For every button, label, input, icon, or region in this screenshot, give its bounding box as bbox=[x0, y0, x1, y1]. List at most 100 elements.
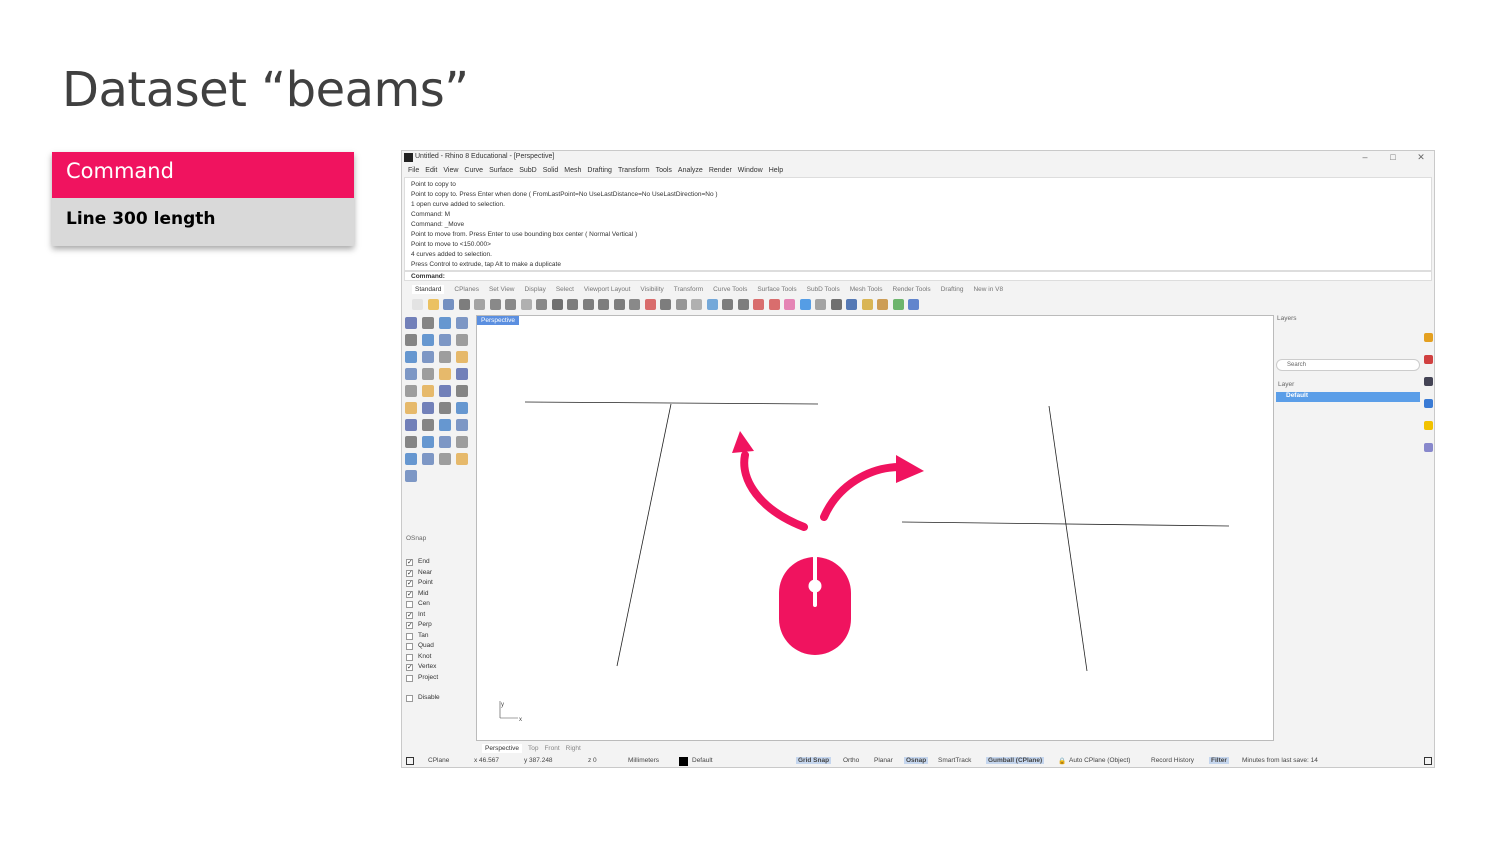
toolbar-button-icon[interactable] bbox=[474, 299, 485, 310]
tool-button-icon[interactable] bbox=[422, 317, 434, 329]
osnap-item-cen[interactable]: Cen bbox=[404, 600, 476, 611]
tool-button-icon[interactable] bbox=[439, 351, 451, 363]
checkbox[interactable]: ✓ bbox=[406, 580, 413, 587]
menu-item-help[interactable]: Help bbox=[769, 167, 783, 174]
maximize-icon[interactable]: □ bbox=[1386, 152, 1400, 162]
osnap-item-tan[interactable]: Tan bbox=[404, 632, 476, 643]
tool-button-icon[interactable] bbox=[439, 436, 451, 448]
checkbox[interactable]: ✓ bbox=[406, 590, 413, 598]
status-units[interactable]: Millimeters bbox=[628, 757, 659, 764]
osnap-item-quad[interactable]: Quad bbox=[404, 642, 476, 653]
tool-button-icon[interactable] bbox=[405, 453, 417, 465]
osnap-item-point[interactable]: ✓ Point bbox=[404, 579, 476, 590]
status-ortho[interactable]: Ortho bbox=[843, 757, 859, 764]
tool-button-icon[interactable] bbox=[456, 334, 468, 346]
checkbox[interactable]: ✓ bbox=[406, 611, 413, 619]
toolbar-button-icon[interactable] bbox=[613, 299, 625, 310]
checkbox[interactable] bbox=[406, 601, 413, 608]
toolbar-tab[interactable]: Set View bbox=[489, 286, 515, 293]
menu-item-edit[interactable]: Edit bbox=[425, 167, 437, 174]
tool-button-icon[interactable] bbox=[405, 334, 417, 346]
toolbar-button-icon[interactable] bbox=[846, 299, 857, 310]
layer-search-input[interactable]: Search bbox=[1276, 359, 1420, 371]
view-tab-front[interactable]: Front bbox=[544, 745, 559, 752]
tool-button-icon[interactable] bbox=[422, 453, 434, 465]
toolbar-button-icon[interactable] bbox=[722, 299, 733, 310]
checkbox[interactable]: ✓ bbox=[406, 664, 413, 671]
toolbar-tab[interactable]: Display bbox=[525, 286, 546, 293]
toolbar-tab[interactable]: Surface Tools bbox=[757, 286, 796, 293]
toolbar-button-icon[interactable] bbox=[815, 299, 826, 310]
view-tab-top[interactable]: Top bbox=[528, 745, 538, 752]
layer-row-default[interactable]: Default bbox=[1276, 392, 1420, 402]
tool-button-icon[interactable] bbox=[456, 419, 468, 431]
toolbar-tab[interactable]: Transform bbox=[674, 286, 703, 293]
toolbar-button-icon[interactable] bbox=[660, 299, 671, 310]
status-cplane[interactable]: CPlane bbox=[428, 757, 449, 764]
toolbar-tab[interactable]: Drafting bbox=[941, 286, 964, 293]
tool-button-icon[interactable] bbox=[439, 368, 451, 380]
osnap-item-end[interactable]: ✓ End bbox=[404, 558, 476, 569]
osnap-disable[interactable]: Disable bbox=[404, 694, 476, 705]
tool-button-icon[interactable] bbox=[456, 351, 468, 363]
toolbar-button-icon[interactable] bbox=[520, 299, 532, 310]
toolbar-button-icon[interactable] bbox=[443, 299, 454, 310]
toolbar-tab[interactable]: Render Tools bbox=[893, 286, 931, 293]
osnap-item-knot[interactable]: Knot bbox=[404, 653, 476, 664]
menu-item-solid[interactable]: Solid bbox=[543, 167, 559, 174]
view-tab-right[interactable]: Right bbox=[566, 745, 581, 752]
tool-button-icon[interactable] bbox=[422, 402, 434, 414]
tool-button-icon[interactable] bbox=[405, 385, 417, 397]
toolbar-tab[interactable]: Select bbox=[556, 286, 574, 293]
status-smarttrack[interactable]: SmartTrack bbox=[938, 757, 971, 764]
toolbar-tab[interactable]: Mesh Tools bbox=[850, 286, 883, 293]
panel-toggle-icon[interactable] bbox=[406, 757, 414, 765]
menu-item-window[interactable]: Window bbox=[738, 167, 763, 174]
display-icon[interactable] bbox=[1424, 377, 1433, 386]
tool-button-icon[interactable] bbox=[456, 402, 468, 414]
toolbar-button-icon[interactable] bbox=[427, 299, 439, 310]
tool-button-icon[interactable] bbox=[405, 351, 417, 363]
toolbar-tab[interactable]: Curve Tools bbox=[713, 286, 747, 293]
materials-icon[interactable] bbox=[1424, 355, 1433, 364]
minimize-icon[interactable]: – bbox=[1358, 152, 1372, 162]
toolbar-tab[interactable]: CPlanes bbox=[454, 286, 479, 293]
status-filter[interactable]: Filter bbox=[1209, 757, 1229, 764]
toolbar-button-icon[interactable] bbox=[675, 299, 687, 310]
tool-button-icon[interactable] bbox=[456, 436, 468, 448]
toolbar-button-icon[interactable] bbox=[582, 299, 594, 310]
checkbox[interactable]: ✓ bbox=[406, 559, 413, 566]
tool-button-icon[interactable] bbox=[422, 334, 434, 346]
menu-item-render[interactable]: Render bbox=[709, 167, 732, 174]
menu-item-transform[interactable]: Transform bbox=[618, 167, 650, 174]
tool-button-icon[interactable] bbox=[456, 368, 468, 380]
toolbar-tab[interactable]: New in V8 bbox=[973, 286, 1003, 293]
status-auto-cplane[interactable]: Auto CPlane (Object) bbox=[1069, 757, 1130, 764]
status-osnap[interactable]: Osnap bbox=[904, 757, 929, 764]
tool-button-icon[interactable] bbox=[456, 385, 468, 397]
toolbar-button-icon[interactable] bbox=[908, 299, 919, 310]
menu-item-surface[interactable]: Surface bbox=[489, 167, 513, 174]
toolbar-tab[interactable]: Standard bbox=[412, 285, 445, 294]
osnap-item-mid[interactable]: ✓ Mid bbox=[404, 590, 476, 601]
view-tab-perspective[interactable]: Perspective bbox=[482, 744, 522, 753]
toolbar-tab[interactable]: Visibility bbox=[640, 286, 663, 293]
tool-button-icon[interactable] bbox=[405, 402, 417, 414]
checkbox[interactable]: ✓ bbox=[406, 569, 413, 577]
toolbar-button-icon[interactable] bbox=[706, 299, 718, 310]
menu-item-analyze[interactable]: Analyze bbox=[678, 167, 703, 174]
toolbar-button-icon[interactable] bbox=[691, 299, 702, 310]
menu-item-mesh[interactable]: Mesh bbox=[564, 167, 581, 174]
notifications-icon[interactable] bbox=[1424, 421, 1433, 430]
toolbar-button-icon[interactable] bbox=[598, 299, 609, 310]
tool-button-icon[interactable] bbox=[405, 317, 417, 329]
tool-button-icon[interactable] bbox=[439, 334, 451, 346]
status-planar[interactable]: Planar bbox=[874, 757, 893, 764]
toolbar-button-icon[interactable] bbox=[737, 299, 749, 310]
osnap-item-project[interactable]: Project bbox=[404, 674, 476, 685]
toolbar-tab[interactable]: Viewport Layout bbox=[584, 286, 631, 293]
menu-item-subd[interactable]: SubD bbox=[519, 167, 537, 174]
toolbar-button-icon[interactable] bbox=[551, 299, 563, 310]
menu-item-tools[interactable]: Tools bbox=[656, 167, 672, 174]
checkbox[interactable]: ✓ bbox=[406, 622, 413, 629]
